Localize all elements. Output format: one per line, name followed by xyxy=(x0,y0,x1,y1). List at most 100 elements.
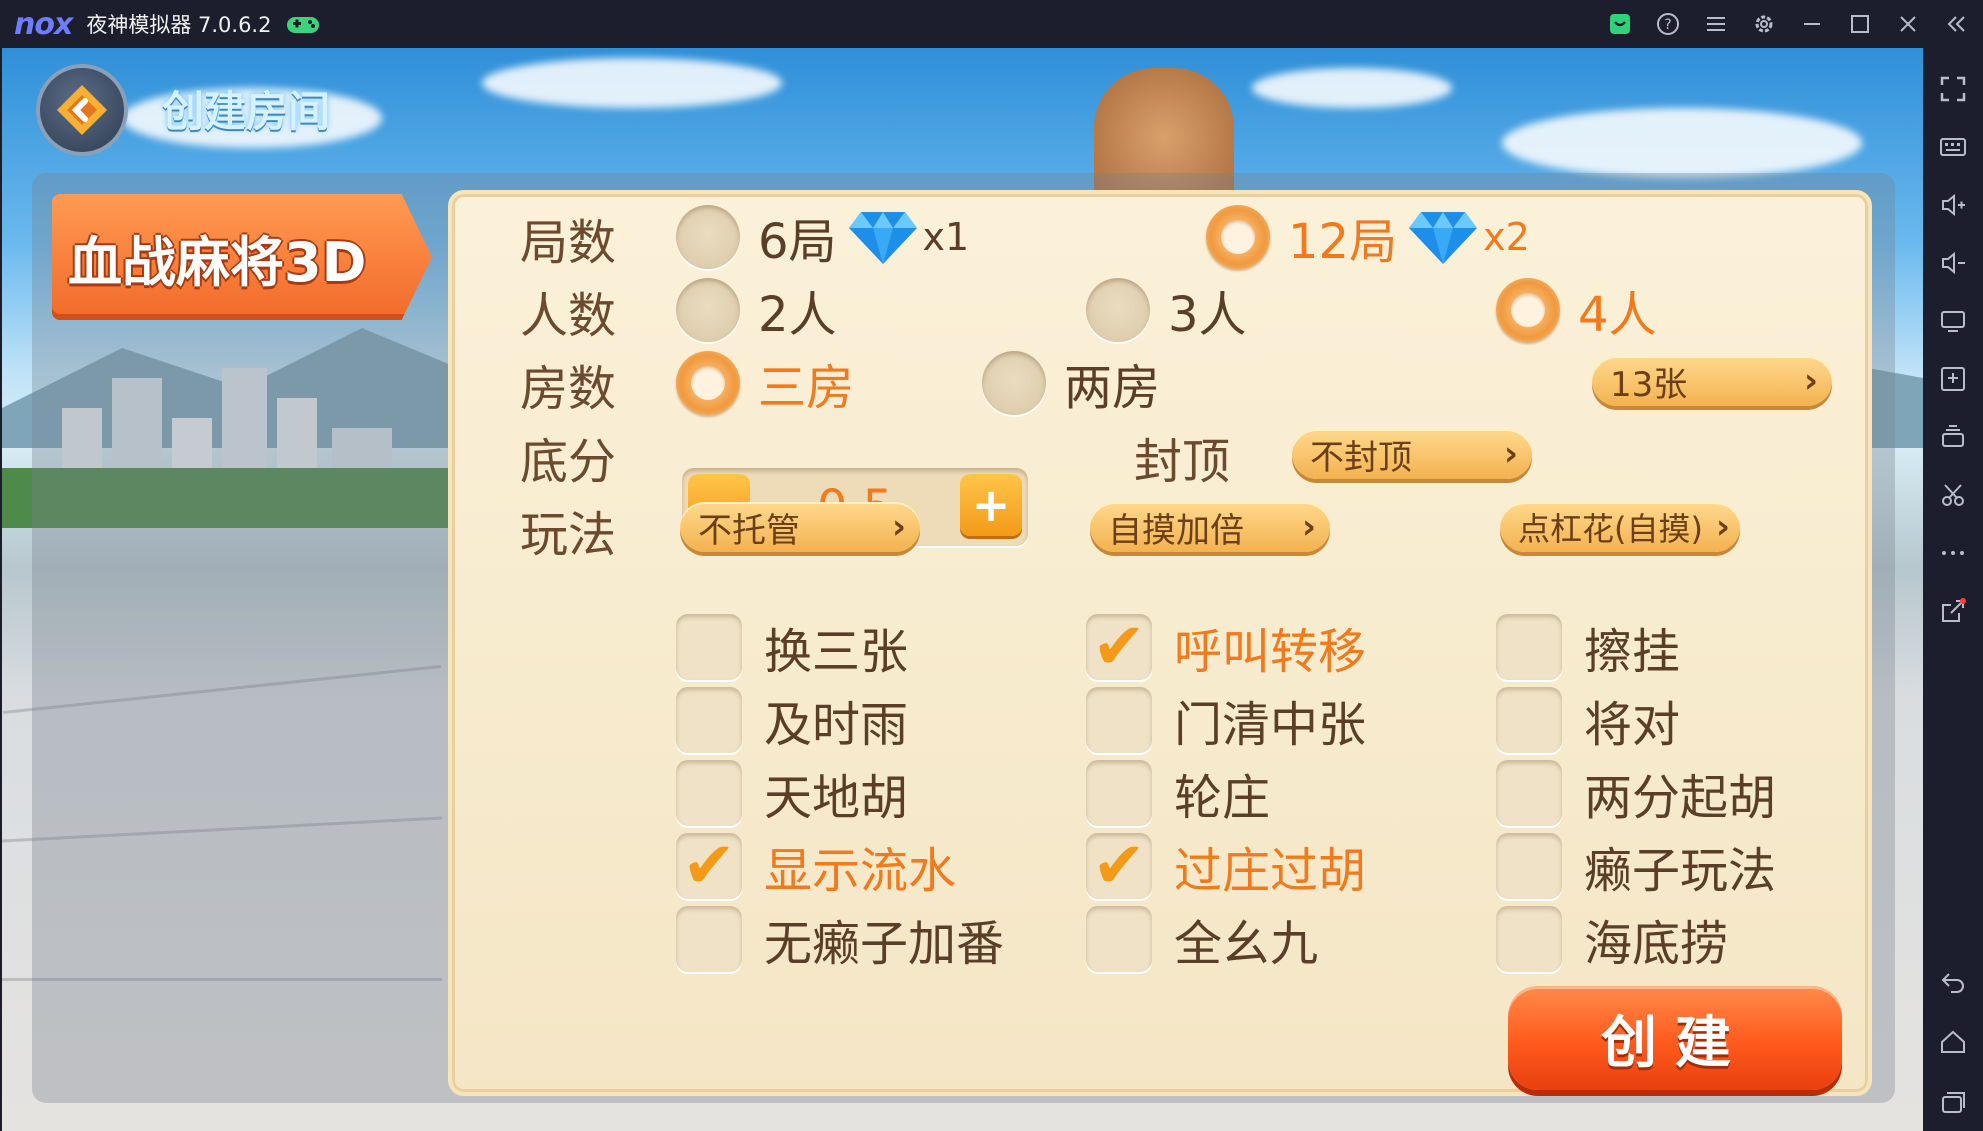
cloud xyxy=(1252,68,1452,108)
multi-instance-icon[interactable] xyxy=(1936,420,1970,454)
rule-checkbox-option[interactable]: ✔ 显示流水 xyxy=(676,831,956,901)
app-icon[interactable] xyxy=(1607,11,1633,37)
increment-button[interactable]: + xyxy=(960,474,1022,536)
chevron-right-icon: › xyxy=(1503,434,1518,474)
maximize-icon[interactable] xyxy=(1847,11,1873,37)
kong-flower-dropdown[interactable]: 点杠花(自摸) › xyxy=(1500,502,1740,552)
minimize-icon[interactable] xyxy=(1799,11,1825,37)
apk-install-icon[interactable] xyxy=(1936,362,1970,396)
radio-button-selected[interactable] xyxy=(1206,205,1270,269)
auto-play-dropdown[interactable]: 不托管 › xyxy=(680,502,920,552)
checkbox[interactable] xyxy=(1086,906,1152,972)
checkbox-checked[interactable]: ✔ xyxy=(1086,833,1152,899)
checkbox[interactable] xyxy=(676,614,742,680)
option-label: 12局 xyxy=(1288,214,1398,270)
volume-down-icon[interactable] xyxy=(1936,246,1970,280)
rooms-option-three[interactable]: 三房 xyxy=(676,348,854,418)
checkbox[interactable] xyxy=(1496,614,1562,680)
settings-icon[interactable] xyxy=(1751,11,1777,37)
rule-checkbox-option[interactable]: 及时雨 xyxy=(676,685,908,755)
rule-checkbox-option[interactable]: 换三张 xyxy=(676,612,908,682)
checkbox-label: 显示流水 xyxy=(764,843,957,899)
rounds-option-12[interactable]: 12局 x2 xyxy=(1206,202,1530,272)
scissors-icon[interactable] xyxy=(1936,478,1970,512)
checkbox[interactable] xyxy=(676,760,742,826)
rules-label: 玩法 xyxy=(520,507,617,563)
checkbox[interactable] xyxy=(1496,760,1562,826)
rule-checkbox-option[interactable]: 癞子玩法 xyxy=(1496,831,1776,901)
radio-button[interactable] xyxy=(982,351,1046,415)
chevron-right-icon: › xyxy=(1803,361,1818,401)
radio-button[interactable] xyxy=(1086,278,1150,342)
rule-checkbox-option[interactable]: 擦挂 xyxy=(1496,612,1680,682)
rooms-label: 房数 xyxy=(520,361,617,417)
back-icon[interactable] xyxy=(1936,965,1970,999)
external-link-icon[interactable] xyxy=(1936,594,1970,628)
checkbox[interactable] xyxy=(676,687,742,753)
rule-checkbox-option[interactable]: ✔ 呼叫转移 xyxy=(1086,612,1366,682)
cost-multiplier: x1 xyxy=(922,215,970,259)
checkbox[interactable] xyxy=(676,906,742,972)
players-option-4[interactable]: 4人 xyxy=(1496,275,1657,345)
rule-checkbox-option[interactable]: 无癞子加番 xyxy=(676,904,1004,974)
checkbox[interactable] xyxy=(1496,906,1562,972)
close-icon[interactable] xyxy=(1895,11,1921,37)
collapse-icon[interactable] xyxy=(1943,11,1969,37)
rule-checkbox-option[interactable]: 全幺九 xyxy=(1086,904,1318,974)
checkmark-icon: ✔ xyxy=(682,829,736,903)
create-button[interactable]: 创建 xyxy=(1508,986,1842,1090)
keyboard-icon[interactable] xyxy=(1936,130,1970,164)
checkbox-label: 呼叫转移 xyxy=(1174,624,1367,680)
rule-checkbox-option[interactable]: 海底捞 xyxy=(1496,904,1728,974)
rule-checkbox-option[interactable]: 将对 xyxy=(1496,685,1680,755)
radio-button[interactable] xyxy=(676,205,740,269)
game-type-tab[interactable]: 血战麻将3D xyxy=(52,194,432,320)
recent-apps-icon[interactable] xyxy=(1936,1085,1970,1119)
chevron-right-icon: › xyxy=(1301,507,1316,547)
rule-checkbox-option[interactable]: 轮庄 xyxy=(1086,758,1270,828)
radio-button[interactable] xyxy=(676,278,740,342)
option-label: 两房 xyxy=(1064,360,1161,416)
checkbox-label: 两分起胡 xyxy=(1584,770,1777,826)
menu-icon[interactable] xyxy=(1703,11,1729,37)
back-button[interactable] xyxy=(36,64,128,156)
self-draw-dropdown[interactable]: 自摸加倍 › xyxy=(1090,502,1330,552)
checkbox[interactable] xyxy=(1086,760,1152,826)
base-score-label: 底分 xyxy=(520,434,617,490)
radio-button-selected[interactable] xyxy=(676,351,740,415)
cap-label: 封顶 xyxy=(1134,434,1231,490)
option-label: 3人 xyxy=(1168,287,1247,343)
checkbox[interactable] xyxy=(1496,687,1562,753)
rooms-option-two[interactable]: 两房 xyxy=(982,348,1160,418)
checkbox[interactable] xyxy=(1086,687,1152,753)
gamepad-icon[interactable] xyxy=(285,11,321,37)
volume-up-icon[interactable] xyxy=(1936,188,1970,222)
nox-logo: nox xyxy=(14,6,73,42)
checkbox-label: 换三张 xyxy=(764,624,909,680)
rule-checkbox-option[interactable]: 天地胡 xyxy=(676,758,908,828)
cost-multiplier: x2 xyxy=(1483,215,1530,259)
rule-checkbox-option[interactable]: ✔ 过庄过胡 xyxy=(1086,831,1366,901)
more-icon[interactable] xyxy=(1936,536,1970,570)
checkbox-label: 擦挂 xyxy=(1584,624,1681,680)
fullscreen-icon[interactable] xyxy=(1936,72,1970,106)
players-option-3[interactable]: 3人 xyxy=(1086,275,1247,345)
checkbox[interactable] xyxy=(1496,833,1562,899)
radio-button-selected[interactable] xyxy=(1496,278,1560,342)
rounds-option-6[interactable]: 6局 x1 xyxy=(676,202,969,272)
cap-dropdown[interactable]: 不封顶 › xyxy=(1292,429,1532,479)
home-icon[interactable] xyxy=(1936,1025,1970,1059)
help-icon[interactable]: ? xyxy=(1655,11,1681,37)
dropdown-value: 不封顶 xyxy=(1310,437,1412,478)
checkbox-label: 及时雨 xyxy=(764,697,909,753)
checkmark-icon: ✔ xyxy=(1092,829,1146,903)
tiles-dropdown[interactable]: 13张 › xyxy=(1592,356,1832,406)
checkbox-checked[interactable]: ✔ xyxy=(676,833,742,899)
players-option-2[interactable]: 2人 xyxy=(676,275,837,345)
checkbox-label: 全幺九 xyxy=(1174,916,1319,972)
screen-icon[interactable] xyxy=(1936,304,1970,338)
rule-checkbox-option[interactable]: 两分起胡 xyxy=(1496,758,1776,828)
checkbox-checked[interactable]: ✔ xyxy=(1086,614,1152,680)
option-label: 6局 xyxy=(758,214,837,270)
rule-checkbox-option[interactable]: 门清中张 xyxy=(1086,685,1366,755)
